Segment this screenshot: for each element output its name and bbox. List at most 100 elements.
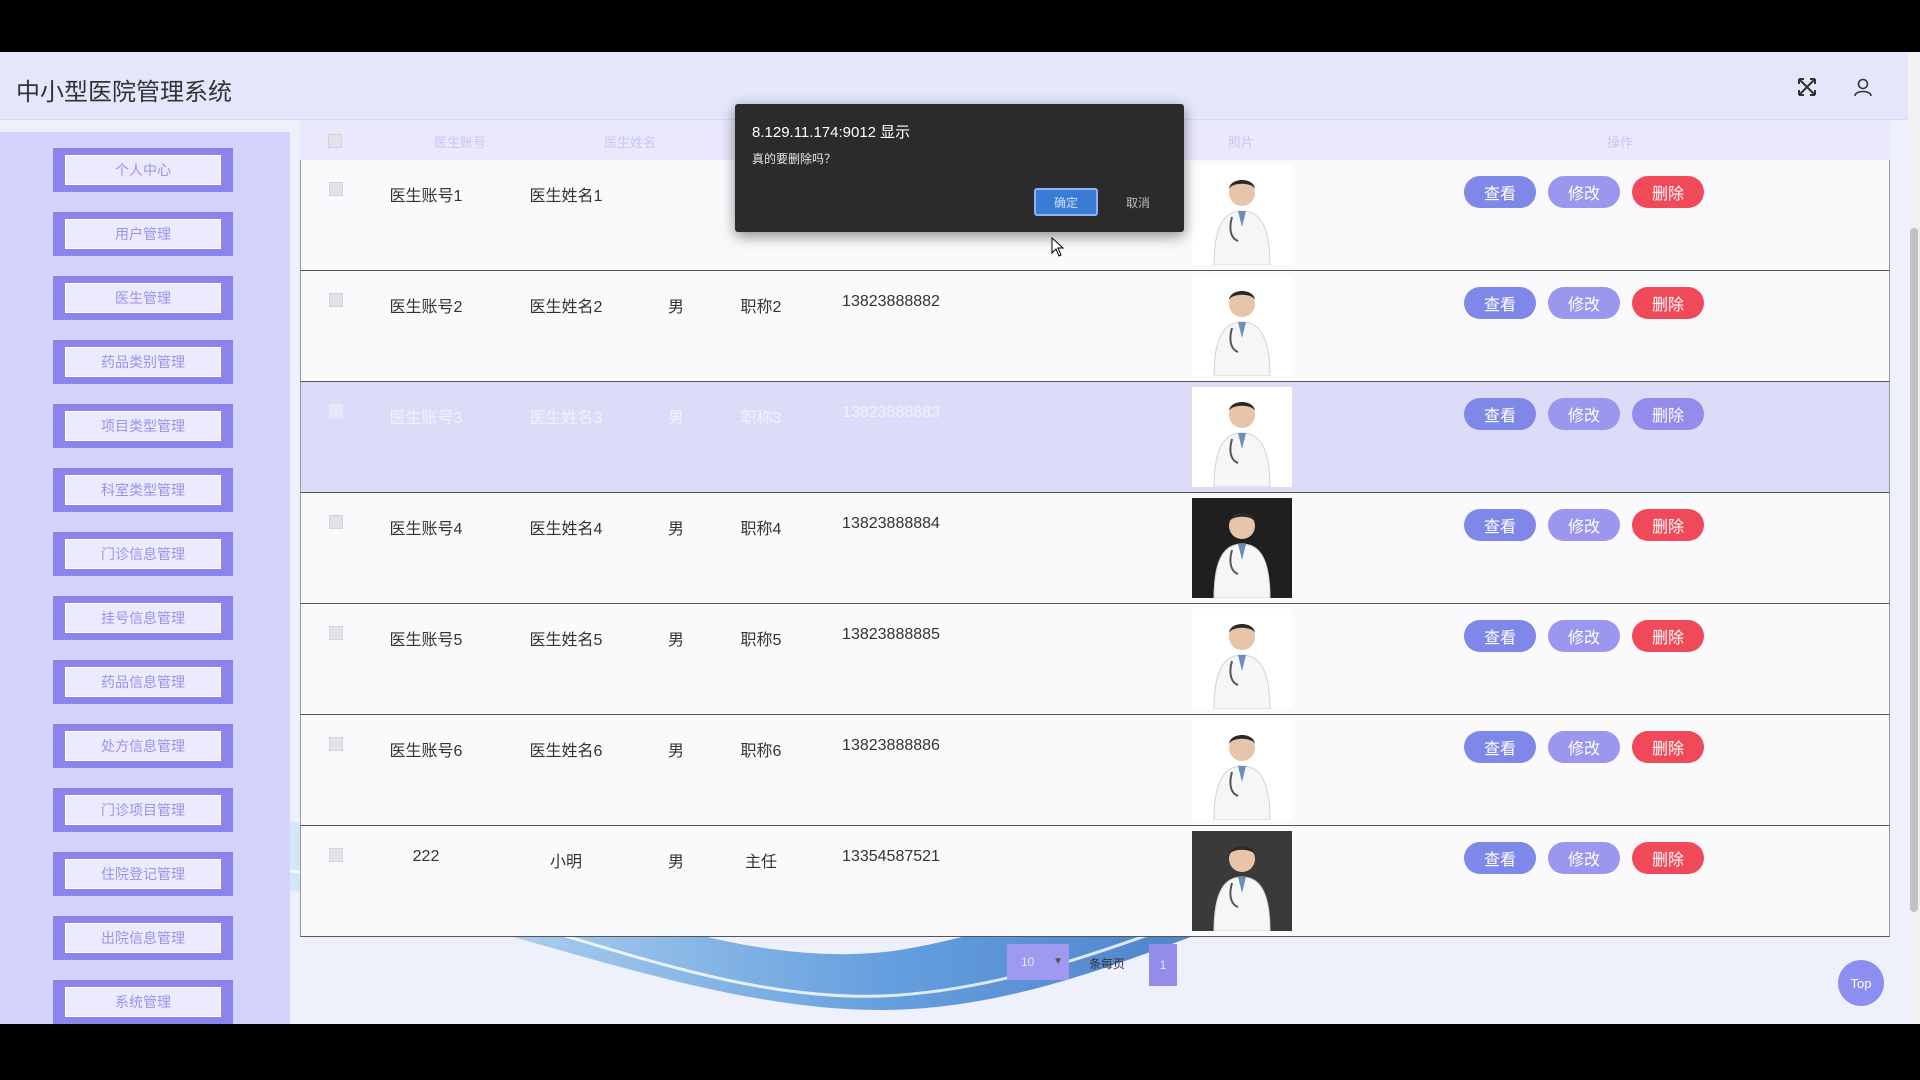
cell-account: 医生账号2 — [389, 299, 463, 316]
cell-title: 职称2 — [740, 299, 782, 316]
edit-button[interactable]: 修改 — [1548, 398, 1620, 430]
cell-account: 医生账号4 — [389, 521, 463, 538]
table-row: 医生账号6 医生姓名6 男 职称6 13823888886 查看 修改 删除 — [300, 715, 1890, 826]
cell-phone: 13823888884 — [842, 515, 940, 532]
edit-button[interactable]: 修改 — [1548, 176, 1620, 208]
dialog-cancel-button[interactable]: 取消 — [1106, 188, 1170, 216]
sidebar-menu-label: 处方信息管理 — [65, 731, 221, 761]
table-row: 医生账号4 医生姓名4 男 职称4 13823888884 查看 修改 删除 — [300, 493, 1890, 604]
select-all-checkbox[interactable] — [328, 134, 342, 148]
scrollbar[interactable] — [1908, 52, 1920, 1024]
cell-title: 主任 — [744, 854, 777, 871]
delete-button[interactable]: 删除 — [1632, 842, 1704, 874]
sidebar-menu-label: 系统管理 — [65, 987, 221, 1017]
sidebar-menu-label: 医生管理 — [65, 283, 221, 313]
cell-account: 医生账号3 — [389, 410, 463, 427]
dialog-ok-button[interactable]: 确定 — [1034, 188, 1098, 216]
table-row: 222 小明 男 主任 13354587521 查看 修改 删除 — [300, 826, 1890, 937]
sidebar-menu-item[interactable]: 个人中心 — [53, 148, 233, 192]
row-checkbox[interactable] — [329, 293, 343, 307]
sidebar-divider — [0, 120, 290, 132]
row-checkbox[interactable] — [329, 182, 343, 196]
cell-gender: 男 — [667, 632, 684, 649]
doctor-photo — [1192, 720, 1292, 820]
back-to-top-button[interactable]: Top — [1838, 960, 1884, 1006]
sidebar-menu-label: 个人中心 — [65, 155, 221, 185]
sidebar-menu-label: 住院登记管理 — [65, 859, 221, 889]
sidebar-menu-item[interactable]: 系统管理 — [53, 980, 233, 1024]
cell-gender: 男 — [667, 521, 684, 538]
edit-button[interactable]: 修改 — [1548, 509, 1620, 541]
view-button[interactable]: 查看 — [1464, 620, 1536, 652]
edit-button[interactable]: 修改 — [1548, 620, 1620, 652]
sidebar-menu-item[interactable]: 门诊项目管理 — [53, 788, 233, 832]
expand-icon[interactable] — [1792, 72, 1822, 102]
header-name: 医生姓名 — [603, 135, 656, 150]
confirm-dialog: 8.129.11.174:9012 显示 真的要删除吗？ 确定 取消 — [735, 104, 1184, 232]
sidebar-menu-item[interactable]: 住院登记管理 — [53, 852, 233, 896]
sidebar-menu-item[interactable]: 药品类别管理 — [53, 340, 233, 384]
sidebar-menu-label: 科室类型管理 — [65, 475, 221, 505]
sidebar-menu-item[interactable]: 挂号信息管理 — [53, 596, 233, 640]
sidebar-menu-item[interactable]: 处方信息管理 — [53, 724, 233, 768]
doctor-photo — [1192, 498, 1292, 598]
scrollbar-thumb[interactable] — [1910, 228, 1918, 912]
row-checkbox[interactable] — [329, 404, 343, 418]
cell-title: 职称5 — [740, 632, 782, 649]
doctor-photo — [1192, 387, 1292, 487]
header-account: 医生账号 — [433, 135, 486, 150]
per-page-label: 条每页 — [1089, 957, 1126, 971]
edit-button[interactable]: 修改 — [1548, 287, 1620, 319]
delete-button[interactable]: 删除 — [1632, 620, 1704, 652]
sidebar-menu-label: 门诊信息管理 — [65, 539, 221, 569]
sidebar-menu-label: 用户管理 — [65, 219, 221, 249]
cell-account: 222 — [412, 848, 440, 865]
page-size-select[interactable]: 10 ▼ — [1007, 944, 1069, 980]
view-button[interactable]: 查看 — [1464, 176, 1536, 208]
row-checkbox[interactable] — [329, 737, 343, 751]
page-size-value: 10 — [1021, 955, 1035, 969]
header-photo: 照片 — [1227, 135, 1254, 150]
view-button[interactable]: 查看 — [1464, 398, 1536, 430]
delete-button[interactable]: 删除 — [1632, 509, 1704, 541]
delete-button[interactable]: 删除 — [1632, 176, 1704, 208]
browser-viewport: 中小型医院管理系统 个人中心用户管理医生管理药品类别管理项目类型管理 科室类型管理… — [0, 52, 1920, 1024]
sidebar-menu-item[interactable]: 科室类型管理 — [53, 468, 233, 512]
cell-title: 职称3 — [740, 410, 782, 427]
view-button[interactable]: 查看 — [1464, 731, 1536, 763]
cell-gender: 男 — [667, 854, 684, 871]
user-icon[interactable] — [1848, 72, 1878, 102]
cell-gender: 男 — [667, 299, 684, 316]
sidebar-menu-label: 项目类型管理 — [65, 411, 221, 441]
edit-button[interactable]: 修改 — [1548, 731, 1620, 763]
sidebar-menu-item[interactable]: 项目类型管理 — [53, 404, 233, 448]
doctor-photo — [1192, 609, 1292, 709]
page-number[interactable]: 1 — [1149, 944, 1177, 986]
view-button[interactable]: 查看 — [1464, 509, 1536, 541]
view-button[interactable]: 查看 — [1464, 842, 1536, 874]
cell-title: 职称4 — [740, 521, 782, 538]
sidebar-menu-item[interactable]: 出院信息管理 — [53, 916, 233, 960]
cell-name: 医生姓名4 — [529, 521, 603, 538]
cell-account: 医生账号5 — [389, 632, 463, 649]
row-checkbox[interactable] — [329, 626, 343, 640]
sidebar-menu-label: 出院信息管理 — [65, 923, 221, 953]
cell-gender: 男 — [667, 743, 684, 760]
row-checkbox[interactable] — [329, 515, 343, 529]
sidebar-menu-item[interactable]: 药品信息管理 — [53, 660, 233, 704]
cell-phone: 13354587521 — [842, 848, 940, 865]
edit-button[interactable]: 修改 — [1548, 842, 1620, 874]
view-button[interactable]: 查看 — [1464, 287, 1536, 319]
delete-button[interactable]: 删除 — [1632, 287, 1704, 319]
sidebar-menu-item[interactable]: 用户管理 — [53, 212, 233, 256]
sidebar-menu-item[interactable]: 医生管理 — [53, 276, 233, 320]
table-row: 医生账号3 医生姓名3 男 职称3 13823888883 查看 修改 删除 — [300, 382, 1890, 493]
sidebar-menu-label: 挂号信息管理 — [65, 603, 221, 633]
cell-phone: 13823888886 — [842, 737, 940, 754]
delete-button[interactable]: 删除 — [1632, 398, 1704, 430]
header-actions: 操作 — [1606, 135, 1633, 150]
delete-button[interactable]: 删除 — [1632, 731, 1704, 763]
sidebar-menu-item[interactable]: 门诊信息管理 — [53, 532, 233, 576]
app-title: 中小型医院管理系统 — [16, 79, 232, 106]
row-checkbox[interactable] — [329, 848, 343, 862]
